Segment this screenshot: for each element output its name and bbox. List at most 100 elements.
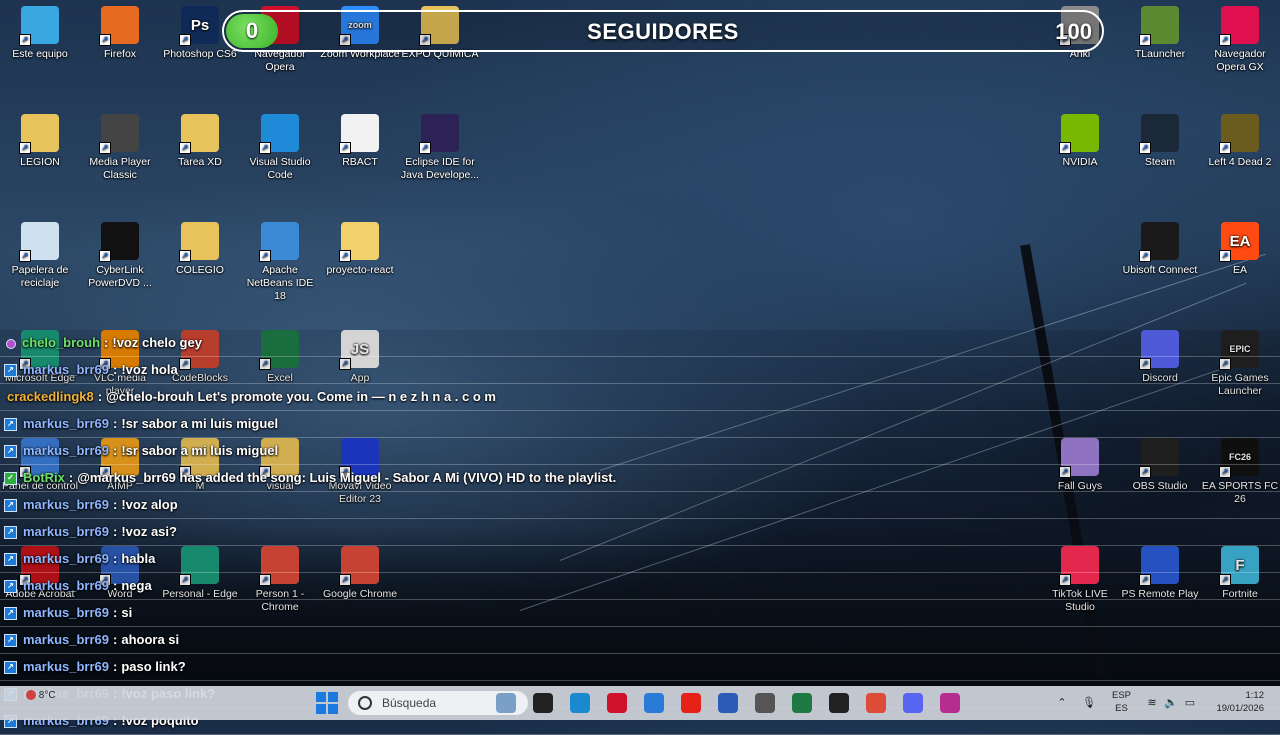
chat-message: chelo_brouh: !voz chelo gey [0,330,1280,357]
weather-widget[interactable]: 8°C [26,690,56,701]
followers-goal-widget: 0 SEGUIDORES 100 [222,10,1104,52]
search-placeholder: Búsqueda [382,696,437,710]
desktop-icon-label: Left 4 Dead 2 [1208,156,1272,168]
clock-date: 19/01/2026 [1216,703,1264,714]
desktop-icon-label: Papelera de reciclaje [11,264,69,289]
microphone-icon[interactable]: 🎙 [1082,697,1096,709]
desktop-icon[interactable]: ↗ Left 4 Dead 2 [1200,114,1280,169]
chat-username[interactable]: markus_brr69 [23,416,109,431]
clock-time: 1:12 [1245,690,1265,701]
chat-message: ↗ markus_brr69: paso link? [0,654,1280,681]
chat-username[interactable]: markus_brr69 [23,551,109,566]
chat-username[interactable]: chelo_brouh [22,335,100,350]
desktop-icon-label: proyecto-react [326,264,394,276]
kick-badge-icon: ↗ [4,634,17,648]
desktop-icon[interactable]: ↗ Eclipse IDE for Java Develope... [400,114,480,182]
shortcut-arrow-icon: ↗ [1059,142,1071,154]
desktop-icon[interactable]: ↗ Visual Studio Code [240,114,320,182]
chat-text: !sr sabor a mi luis miguel [121,443,279,458]
mail-icon[interactable] [644,693,664,713]
obs-icon[interactable] [829,693,849,713]
desktop-icon[interactable]: ↗ Este equipo [0,6,80,61]
chat-message: crackedlingk8: @chelo-brouh Let's promote… [0,384,1280,411]
desktop-icon[interactable]: ↗ LEGION [0,114,80,169]
chat-separator: : [113,632,118,647]
eclipse-icon: ↗ [419,114,459,154]
chat-username[interactable]: BotRix [23,470,65,485]
chevron-up-icon[interactable]: ⌃ [1056,697,1068,709]
excel-icon[interactable] [792,693,812,713]
chat-message: ↗ markus_brr69: !sr sabor a mi luis miguel [0,438,1280,465]
desktop-icon[interactable]: ↗ Firefox [80,6,160,61]
chat-text: @markus_brr69 has added the song: Luis M… [77,470,617,485]
chat-username[interactable]: crackedlingk8 [7,389,94,404]
desktop-icon[interactable]: ↗ TLauncher [1120,6,1200,61]
desktop-icon[interactable]: EA ↗ EA [1200,222,1280,277]
shortcut-arrow-icon: ↗ [19,142,31,154]
search-icon [358,696,372,710]
desktop-icon-label: Apache NetBeans IDE 18 [246,264,314,302]
desktop-icon-label: Este equipo [12,48,68,60]
chat-username[interactable]: markus_brr69 [23,632,109,647]
shortcut-arrow-icon: ↗ [1139,142,1151,154]
monitor-icon: ↗ [19,6,59,46]
shortcut-arrow-icon: ↗ [1219,142,1231,154]
language-indicator[interactable]: ESP ES [1112,689,1131,715]
user-folder-icon: ↗ [19,114,59,154]
word-icon[interactable] [718,693,738,713]
desktop-icon[interactable]: ↗ Ubisoft Connect [1120,222,1200,277]
chat-username[interactable]: markus_brr69 [23,524,109,539]
chat-username[interactable]: markus_brr69 [23,362,109,377]
chat-username[interactable]: markus_brr69 [23,497,109,512]
desktop-icon[interactable]: ↗ Steam [1120,114,1200,169]
kick-badge-icon: ↗ [4,364,17,378]
chat-message: ✓ BotRix: @markus_brr69 has added the song… [0,465,1280,492]
youtube-icon[interactable] [681,693,701,713]
desktop-icon-label: Steam [1144,156,1176,168]
chat-username[interactable]: markus_brr69 [23,659,109,674]
discord-icon[interactable] [903,693,923,713]
powerdvd-icon: ↗ [99,222,139,262]
desktop-icon-label: Firefox [103,48,137,60]
desktop-icon[interactable]: ↗ Media Player Classic [80,114,160,182]
chat-text: nega [121,578,152,593]
desktop-icon-label: TLauncher [1134,48,1186,60]
desktop-icon-label: NVIDIA [1062,156,1098,168]
desktop-icon-label: Navegador Opera GX [1214,48,1266,73]
volume-icon[interactable]: 🔈 [1164,697,1178,709]
opera-icon[interactable] [607,693,627,713]
desktop-icon[interactable]: ↗ proyecto-react [320,222,400,277]
edge-icon[interactable] [570,693,590,713]
asus-icon[interactable] [755,693,775,713]
battery-icon[interactable]: ▭ [1184,697,1196,709]
visual-studio-icon[interactable] [940,693,960,713]
minecraft-icon: ↗ [1139,6,1179,46]
chat-username[interactable]: markus_brr69 [23,578,109,593]
wifi-icon[interactable]: ≋ [1146,697,1158,709]
desktop-icon[interactable]: ↗ CyberLink PowerDVD ... [80,222,160,290]
kick-badge-icon: ↗ [4,553,17,567]
chat-message: ↗ markus_brr69: ahoora si [0,627,1280,654]
desktop-icon[interactable]: ↗ Tarea XD [160,114,240,169]
desktop-icon[interactable]: ↗ NVIDIA [1040,114,1120,169]
desktop-icon[interactable]: ↗ Navegador Opera GX [1200,6,1280,74]
shortcut-arrow-icon: ↗ [1139,250,1151,262]
desktop-icon[interactable]: ↗ COLEGIO [160,222,240,277]
file-explorer-icon[interactable] [533,693,553,713]
chat-username[interactable]: markus_brr69 [23,605,109,620]
desktop-icon[interactable]: ↗ RBACT [320,114,400,169]
desktop-icon[interactable]: ↗ Apache NetBeans IDE 18 [240,222,320,303]
folder-icon: ↗ [179,114,219,154]
widgets-icon[interactable] [496,693,516,713]
chrome-icon[interactable] [866,693,886,713]
chat-text: !sr sabor a mi luis miguel [121,416,279,431]
system-clock[interactable]: 1:12 19/01/2026 [1208,689,1264,715]
chat-separator: : [113,659,118,674]
shortcut-arrow-icon: ↗ [179,142,191,154]
desktop-icon-label: CyberLink PowerDVD ... [88,264,152,289]
chat-text: ahoora si [121,632,180,647]
start-button[interactable] [316,692,338,714]
desktop-icon[interactable]: ↗ Papelera de reciclaje [0,222,80,290]
chat-username[interactable]: markus_brr69 [23,443,109,458]
chat-message: ↗ markus_brr69: nega [0,573,1280,600]
